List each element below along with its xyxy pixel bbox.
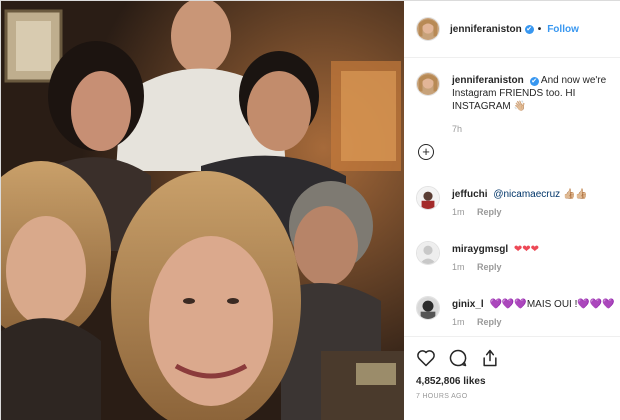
verified-badge-icon: ✔ <box>529 77 539 86</box>
reply-button[interactable]: Reply <box>477 317 502 327</box>
plus-circle-icon: + <box>422 144 430 159</box>
likes-count[interactable]: 4,852,806 likes <box>416 376 609 387</box>
selfie-image <box>1 1 404 420</box>
comments-section[interactable]: jenniferaniston ✔ And now we're Instagram… <box>404 58 620 336</box>
verified-badge-icon: ✔ <box>524 24 534 34</box>
comment-username[interactable]: ginix_l <box>452 299 484 310</box>
load-more-comments-button[interactable]: + <box>418 144 434 160</box>
heart-icon[interactable] <box>416 348 436 368</box>
avatar[interactable] <box>416 241 440 265</box>
post-timestamp[interactable]: 7 HOURS AGO <box>416 393 609 400</box>
avatar[interactable] <box>416 17 440 41</box>
red-hearts-emoji: ❤❤❤ <box>513 244 540 255</box>
comment-username[interactable]: jeffuchi <box>452 189 488 200</box>
post-photo[interactable] <box>1 1 404 420</box>
avatar[interactable] <box>416 186 440 210</box>
post-header: jenniferaniston ✔ • Follow <box>404 1 620 58</box>
caption-time[interactable]: 7h <box>452 124 462 134</box>
purple-hearts-emoji: 💜💜💜 <box>489 299 527 310</box>
share-icon[interactable] <box>480 348 500 368</box>
comment-time[interactable]: 1m <box>452 207 465 217</box>
comment-time[interactable]: 1m <box>452 317 465 327</box>
comment-text: MAIS OUI ! <box>526 299 578 310</box>
instagram-post: jenniferaniston ✔ • Follow jenniferanist… <box>0 0 620 420</box>
post-actions: 4,852,806 likes 7 HOURS AGO <box>404 336 620 400</box>
reply-button[interactable]: Reply <box>477 262 502 272</box>
caption-username[interactable]: jenniferaniston <box>452 75 524 86</box>
thumbs-up-emoji: 👍🏼👍🏼 <box>562 189 588 200</box>
reply-button[interactable]: Reply <box>477 207 502 217</box>
comment-time[interactable]: 1m <box>452 262 465 272</box>
comment-icon[interactable] <box>448 348 468 368</box>
post-username[interactable]: jenniferaniston <box>450 24 522 35</box>
avatar[interactable] <box>416 72 440 96</box>
post-side-panel: jenniferaniston ✔ • Follow jenniferanist… <box>404 1 620 420</box>
waving-hand-emoji: 👋🏼 <box>513 101 526 112</box>
follow-button[interactable]: Follow <box>547 24 579 35</box>
purple-hearts-emoji: 💜💜💜 <box>577 299 615 310</box>
comment-username[interactable]: miraygmsgl <box>452 244 508 255</box>
comment-mention[interactable]: @nicamaecruz <box>493 189 560 200</box>
header-separator: • <box>537 23 542 35</box>
avatar[interactable] <box>416 296 440 320</box>
